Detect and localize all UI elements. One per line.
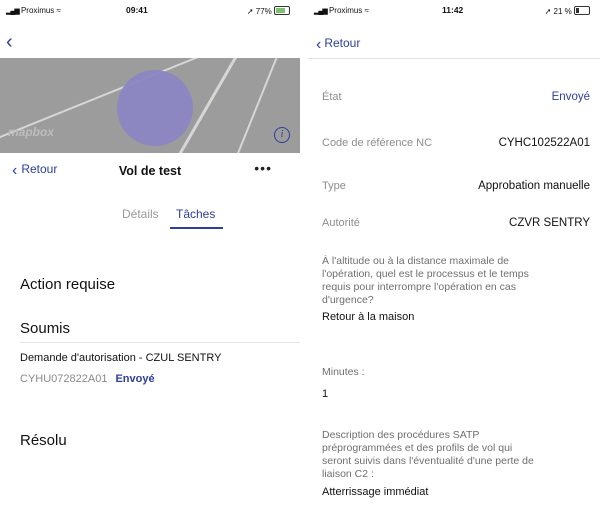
divider bbox=[20, 342, 300, 343]
request-status: Envoyé bbox=[115, 373, 155, 385]
question-line: seront suivis dans l'éventualité d'une p… bbox=[322, 455, 534, 467]
status-bar: ▂▄▆ Proximus ≈ 09:41 ➚ 77% bbox=[0, 0, 300, 20]
wifi-icon: ≈ bbox=[56, 6, 61, 15]
more-icon[interactable]: ••• bbox=[254, 160, 272, 176]
battery-percent: 77% bbox=[255, 7, 272, 16]
tab-bar: Détails Tâches bbox=[0, 205, 300, 233]
info-icon[interactable]: i bbox=[274, 127, 290, 143]
divider bbox=[308, 58, 600, 59]
row-value: Envoyé bbox=[551, 91, 590, 103]
tab-details[interactable]: Détails bbox=[122, 207, 159, 221]
answer-text: Atterrissage immédiat bbox=[322, 486, 429, 498]
carrier: ▂▄▆ Proximus ≈ bbox=[6, 6, 61, 15]
location-arrow-icon: ➚ bbox=[544, 7, 552, 16]
battery: ➚ 21 % bbox=[545, 6, 590, 16]
status-bar: ▂▄▆ Proximus ≈ 11:42 ➚ 21 % bbox=[308, 0, 600, 20]
detail-row-authority: Autorité CZVR SENTRY bbox=[322, 217, 590, 229]
row-label: Autorité bbox=[322, 217, 360, 229]
tab-active-indicator bbox=[170, 227, 223, 229]
tab-tasks[interactable]: Tâches bbox=[176, 207, 215, 221]
question-line: d'urgence? bbox=[322, 294, 374, 306]
section-action-required: Action requise bbox=[20, 276, 116, 293]
location-arrow-icon: ➚ bbox=[246, 7, 254, 16]
mapbox-logo: mapbox bbox=[8, 125, 55, 139]
carrier-label: Proximus bbox=[20, 6, 55, 15]
row-label: Type bbox=[322, 180, 346, 192]
question-line: Minutes : bbox=[322, 366, 365, 378]
row-label: Code de référence NC bbox=[322, 137, 433, 149]
section-submitted: Soumis bbox=[20, 320, 71, 337]
signal-icon: ▂▄▆ bbox=[314, 8, 328, 15]
back-label: Retour bbox=[324, 36, 361, 50]
section-resolved: Résolu bbox=[20, 432, 67, 449]
question-line: À l'altitude ou à la distance maximale d… bbox=[322, 255, 510, 267]
question-line: préprogrammées et des profils de vol qui bbox=[322, 442, 513, 454]
signal-icon: ▂▄▆ bbox=[6, 8, 20, 15]
question-text: À l'altitude ou à la distance maximale d… bbox=[322, 255, 588, 307]
status-time: 11:42 bbox=[442, 5, 464, 15]
row-value: CYHC102522A01 bbox=[498, 137, 590, 149]
question-text: Minutes : bbox=[322, 366, 588, 379]
request-subtitle[interactable]: CYHU072822A01 Envoyé bbox=[20, 373, 155, 385]
left-screen: ▂▄▆ Proximus ≈ 09:41 ➚ 77% ‹ mapbox i ‹ R… bbox=[0, 0, 300, 516]
map-view[interactable]: mapbox i bbox=[0, 58, 300, 153]
answer-text: 1 bbox=[322, 388, 329, 400]
question-line: Description des procédures SATP bbox=[322, 429, 480, 441]
back-button[interactable]: ‹ Retour bbox=[316, 36, 360, 54]
row-label: État bbox=[322, 91, 342, 103]
carrier: ▂▄▆ Proximus ≈ bbox=[314, 6, 369, 15]
detail-row-reference: Code de référence NC CYHC102522A01 bbox=[322, 137, 590, 149]
battery-icon bbox=[574, 6, 590, 15]
row-value: Approbation manuelle bbox=[478, 180, 590, 192]
answer-text: Retour à la maison bbox=[322, 311, 415, 323]
row-value: CZVR SENTRY bbox=[509, 217, 590, 229]
right-screen: ▂▄▆ Proximus ≈ 11:42 ➚ 21 % ‹ Retour État… bbox=[308, 0, 600, 516]
back-chevron-icon[interactable]: ‹ bbox=[6, 32, 13, 52]
question-line: liaison C2 : bbox=[322, 468, 374, 480]
status-time: 09:41 bbox=[126, 5, 148, 15]
map-road bbox=[235, 58, 279, 153]
wifi-icon: ≈ bbox=[364, 6, 369, 15]
question-text: Description des procédures SATP préprogr… bbox=[322, 429, 588, 481]
battery-icon bbox=[274, 6, 290, 15]
question-line: l'opération, quel est le processus et le… bbox=[322, 268, 529, 280]
detail-row-type: Type Approbation manuelle bbox=[322, 180, 590, 192]
battery-percent: 21 % bbox=[553, 7, 572, 16]
carrier-label: Proximus bbox=[328, 6, 363, 15]
detail-row-state: État Envoyé bbox=[322, 91, 590, 103]
question-line: requis pour interrompre l'opération en c… bbox=[322, 281, 517, 293]
flight-area-circle bbox=[117, 70, 193, 146]
chevron-left-icon: ‹ bbox=[316, 36, 322, 53]
request-reference: CYHU072822A01 bbox=[20, 373, 108, 385]
flight-navbar: ‹ Retour Vol de test ••• bbox=[0, 160, 300, 182]
battery: ➚ 77% bbox=[247, 6, 290, 16]
request-title[interactable]: Demande d'autorisation - CZUL SENTRY bbox=[20, 352, 221, 364]
